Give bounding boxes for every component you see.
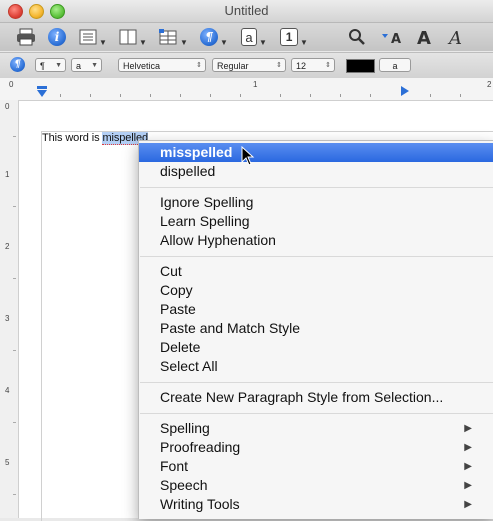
- context-menu: misspelled dispelled Ignore Spelling Lea…: [138, 140, 493, 519]
- print-icon[interactable]: [14, 26, 38, 48]
- chevron-down-icon: ▼: [259, 37, 267, 47]
- document-text-run: This word is: [42, 132, 103, 144]
- menu-item-spelling[interactable]: Spelling ▶: [139, 419, 493, 438]
- menu-item-suggestion-dispelled[interactable]: dispelled: [139, 162, 493, 181]
- text-box-icon[interactable]: a ▼: [239, 26, 269, 48]
- chevron-down-icon: ▼: [180, 37, 188, 47]
- ruler-label: 1: [253, 80, 258, 89]
- menu-item-ignore-spelling[interactable]: Ignore Spelling: [139, 193, 493, 212]
- menu-item-speech[interactable]: Speech ▶: [139, 476, 493, 495]
- toolbar: i ▼ ▼ ▼ ¶ ▼ a ▼ 1 ▼ A A A: [0, 23, 493, 51]
- submenu-arrow-icon: ▶: [464, 442, 472, 453]
- font-family-select[interactable]: Helvetica ⇕: [118, 58, 206, 72]
- submenu-arrow-icon: ▶: [464, 423, 472, 434]
- columns-icon[interactable]: ▼: [118, 26, 148, 48]
- menu-item-proofreading[interactable]: Proofreading ▶: [139, 438, 493, 457]
- ruler-label: 2: [5, 242, 10, 251]
- ruler-label: 2: [487, 80, 492, 89]
- window-title: Untitled: [224, 3, 269, 18]
- chevron-updown-icon: ⇕: [196, 62, 202, 69]
- chevron-down-icon: ▼: [91, 62, 98, 69]
- horizontal-ruler[interactable]: 0 1 2: [0, 78, 493, 101]
- right-indent-marker-icon[interactable]: [400, 84, 410, 102]
- ruler-label: 4: [5, 386, 10, 395]
- menu-item-paste[interactable]: Paste: [139, 300, 493, 319]
- submenu-arrow-icon: ▶: [464, 480, 472, 491]
- font-size-select[interactable]: 12 ⇕: [291, 58, 335, 72]
- menu-item-select-all[interactable]: Select All: [139, 357, 493, 376]
- vertical-ruler: 0 1 2 3 4 5: [0, 100, 19, 518]
- menu-item-learn-spelling[interactable]: Learn Spelling: [139, 212, 493, 231]
- insert-table-icon[interactable]: ▼: [158, 26, 188, 48]
- list-view-icon[interactable]: ▼: [78, 26, 108, 48]
- chevron-down-icon: ▼: [300, 37, 308, 47]
- text-color-swatch[interactable]: [346, 59, 375, 73]
- styles-icon[interactable]: ¶: [10, 57, 25, 72]
- info-icon[interactable]: i: [46, 26, 68, 48]
- menu-item-paste-match-style[interactable]: Paste and Match Style: [139, 319, 493, 338]
- menu-item-cut[interactable]: Cut: [139, 262, 493, 281]
- character-style-select[interactable]: a ▼: [71, 58, 102, 72]
- document-text[interactable]: This word is mispelled: [42, 132, 148, 145]
- chevron-down-icon: ▼: [55, 62, 62, 69]
- menu-separator: [140, 187, 493, 188]
- mouse-pointer-icon: [241, 145, 255, 171]
- format-bar: ¶ ¶ ▼ a ▼ Helvetica ⇕ Regular ⇕ 12 ⇕ a: [0, 52, 493, 79]
- chevron-updown-icon: ⇕: [276, 62, 282, 69]
- menu-item-font[interactable]: Font ▶: [139, 457, 493, 476]
- highlight-color-swatch[interactable]: a: [379, 58, 411, 72]
- ruler-label: 3: [5, 314, 10, 323]
- ruler-label: 0: [5, 102, 10, 111]
- svg-text:A: A: [447, 28, 462, 48]
- menu-separator: [140, 413, 493, 414]
- paragraph-style-select[interactable]: ¶ ▼: [35, 58, 66, 72]
- chevron-down-icon: ▼: [99, 37, 107, 47]
- menu-item-copy[interactable]: Copy: [139, 281, 493, 300]
- ruler-label: 0: [9, 80, 14, 89]
- menu-item-writing-tools[interactable]: Writing Tools ▶: [139, 495, 493, 514]
- chevron-down-icon: ▼: [220, 37, 228, 47]
- search-icon[interactable]: [346, 26, 368, 48]
- title-bar: Untitled: [0, 0, 493, 23]
- svg-text:A: A: [417, 28, 431, 48]
- submenu-arrow-icon: ▶: [464, 499, 472, 510]
- chevron-updown-icon: ⇕: [325, 62, 331, 69]
- menu-item-suggestion-misspelled[interactable]: misspelled: [139, 143, 493, 162]
- paragraph-icon[interactable]: ¶ ▼: [199, 26, 229, 48]
- font-size-up-icon[interactable]: A: [414, 26, 438, 48]
- menu-item-create-paragraph-style[interactable]: Create New Paragraph Style from Selectio…: [139, 388, 493, 407]
- numbered-list-icon[interactable]: 1 ▼: [279, 26, 309, 48]
- font-size-down-icon[interactable]: A: [380, 26, 406, 48]
- menu-item-allow-hyphenation[interactable]: Allow Hyphenation: [139, 231, 493, 250]
- svg-text:A: A: [391, 32, 401, 47]
- menu-separator: [140, 382, 493, 383]
- ruler-label: 1: [5, 170, 10, 179]
- menu-separator: [140, 256, 493, 257]
- menu-item-delete[interactable]: Delete: [139, 338, 493, 357]
- italic-font-icon[interactable]: A: [446, 26, 470, 48]
- page-margin-guide: [41, 131, 42, 521]
- ruler-label: 5: [5, 458, 10, 467]
- submenu-arrow-icon: ▶: [464, 461, 472, 472]
- chevron-down-icon: ▼: [139, 37, 147, 47]
- font-style-select[interactable]: Regular ⇕: [212, 58, 286, 72]
